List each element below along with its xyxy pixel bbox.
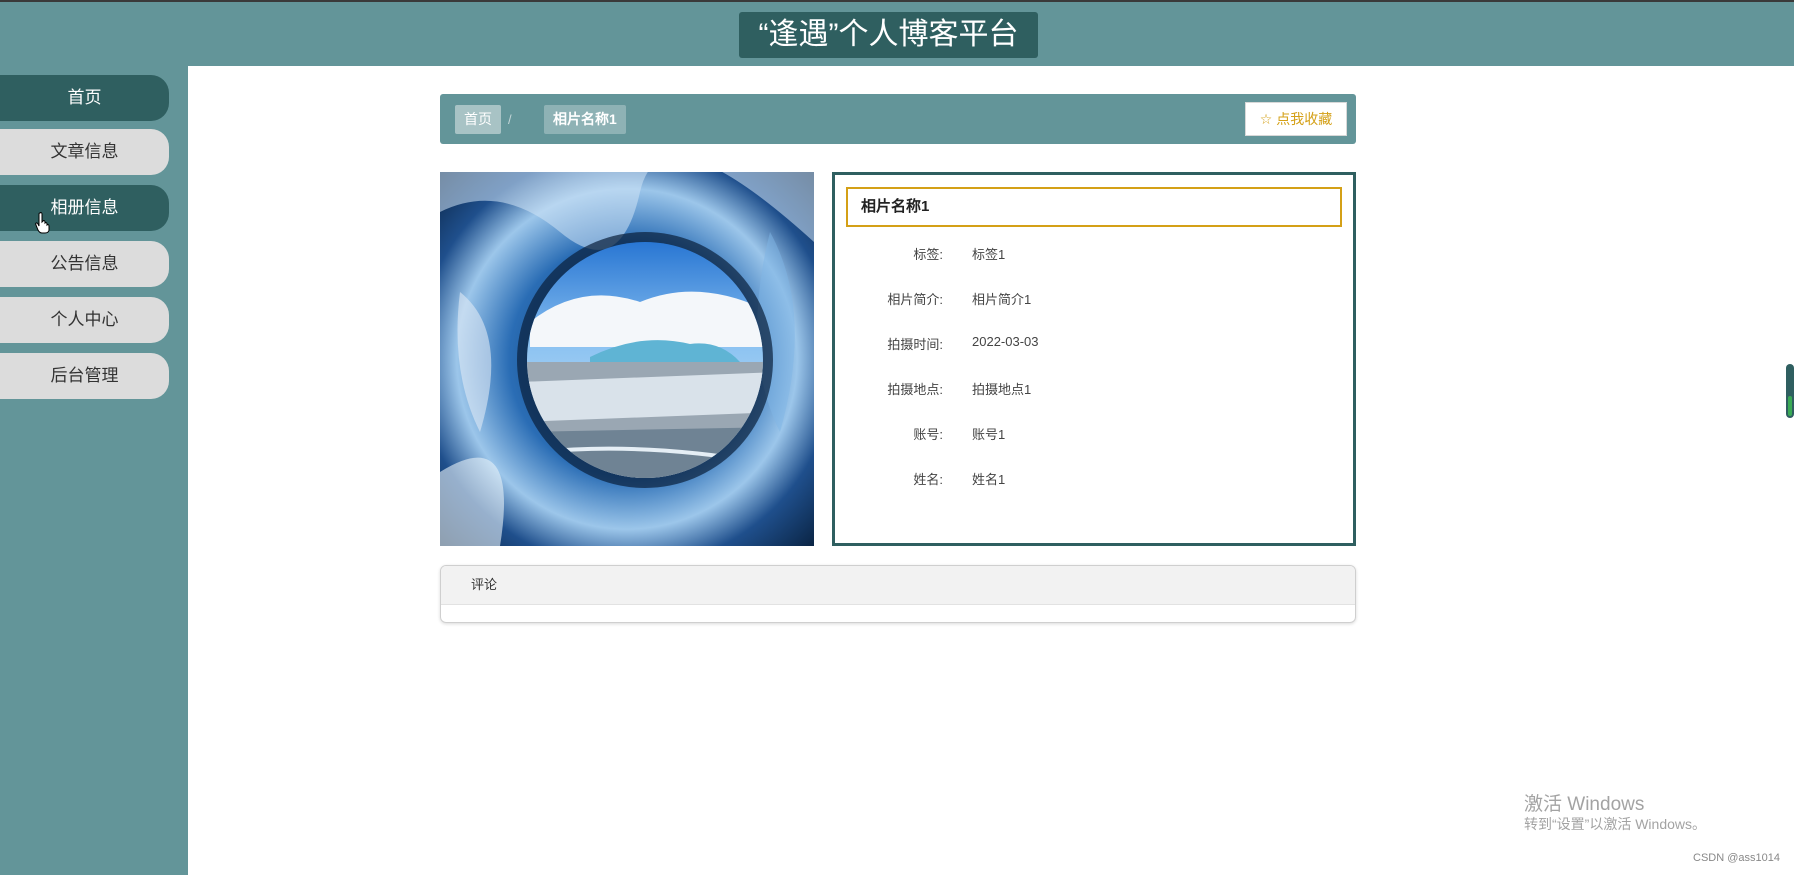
detail-value: 拍摄地点1	[972, 382, 1032, 397]
star-outline-icon: ☆	[1259, 111, 1273, 127]
breadcrumb-current: 相片名称1	[544, 105, 626, 134]
sidebar-item-albums[interactable]: 相册信息	[0, 185, 169, 231]
detail-row-intro: 相片简介: 相片简介1	[835, 289, 1355, 309]
sidebar-item-articles[interactable]: 文章信息	[0, 129, 169, 175]
photo-detail-panel: 相片名称1 标签: 标签1 相片简介: 相片简介1 拍摄时间: 2022-03-…	[832, 172, 1356, 546]
detail-value: 账号1	[972, 427, 1006, 442]
photo-title: 相片名称1	[846, 187, 1342, 227]
detail-label: 账号:	[913, 427, 943, 442]
detail-label: 拍摄时间:	[887, 337, 943, 352]
scrollbar-indicator	[1788, 396, 1792, 416]
windows-activation-watermark: 激活 Windows	[1524, 794, 1645, 815]
detail-row-tag: 标签: 标签1	[835, 244, 1355, 264]
breadcrumb: 首页 / 相片名称1 ☆ 点我收藏	[440, 94, 1356, 144]
top-header: “逢遇”个人博客平台	[0, 0, 1794, 66]
sidebar-item-home[interactable]: 首页	[0, 75, 169, 121]
detail-label: 标签:	[913, 247, 943, 262]
detail-value: 姓名1	[972, 472, 1006, 487]
detail-label: 相片简介:	[887, 292, 943, 307]
detail-value: 标签1	[972, 247, 1006, 262]
detail-row-account: 账号: 账号1	[835, 424, 1355, 444]
site-title: “逢遇”个人博客平台	[739, 12, 1038, 58]
favorite-button-label: 点我收藏	[1276, 111, 1333, 127]
sidebar-item-announcements[interactable]: 公告信息	[0, 241, 169, 287]
detail-row-name: 姓名: 姓名1	[835, 469, 1355, 489]
sidebar-item-admin[interactable]: 后台管理	[0, 353, 169, 399]
windows-activation-hint: 转到“设置”以激活 Windows。	[1524, 816, 1707, 832]
sidebar-item-personal-center[interactable]: 个人中心	[0, 297, 169, 343]
album-photo	[440, 172, 814, 546]
detail-value: 2022-03-03	[972, 334, 1039, 349]
breadcrumb-separator: /	[508, 112, 512, 127]
detail-row-location: 拍摄地点: 拍摄地点1	[835, 379, 1355, 399]
credit-watermark: CSDN @ass1014	[1693, 852, 1780, 864]
comments-section: 评论	[440, 565, 1356, 623]
detail-label: 拍摄地点:	[887, 382, 943, 397]
favorite-button[interactable]: ☆ 点我收藏	[1245, 102, 1347, 136]
hand-cursor-icon	[35, 212, 50, 234]
comments-title: 评论	[441, 566, 1355, 605]
detail-label: 姓名:	[913, 472, 943, 487]
sidebar-nav: 首页 文章信息 相册信息 公告信息 个人中心 后台管理	[0, 66, 188, 875]
detail-row-date: 拍摄时间: 2022-03-03	[835, 334, 1355, 354]
detail-value: 相片简介1	[972, 292, 1032, 307]
breadcrumb-home-link[interactable]: 首页	[455, 105, 501, 134]
